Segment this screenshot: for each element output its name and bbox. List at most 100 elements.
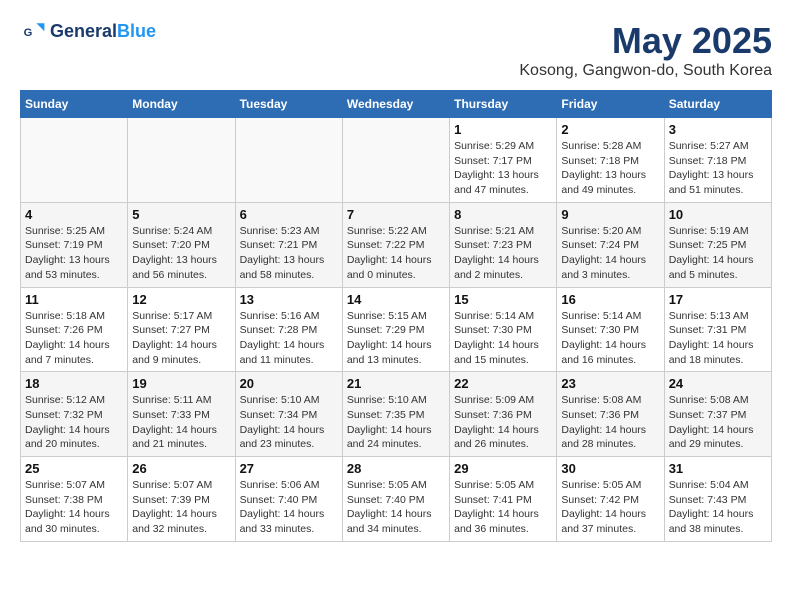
day-header-saturday: Saturday xyxy=(664,91,771,118)
day-number: 18 xyxy=(25,376,123,391)
day-detail: Sunrise: 5:08 AM Sunset: 7:37 PM Dayligh… xyxy=(669,393,767,452)
calendar-cell: 4Sunrise: 5:25 AM Sunset: 7:19 PM Daylig… xyxy=(21,202,128,287)
day-detail: Sunrise: 5:10 AM Sunset: 7:35 PM Dayligh… xyxy=(347,393,445,452)
calendar-cell xyxy=(342,118,449,203)
calendar-cell: 19 Sunrise: 5:11 AM Sunset: 7:33 PM Dayli… xyxy=(128,372,235,457)
page-header: G GeneralBlue May 2025 Kosong, Gangwon-d… xyxy=(20,20,772,80)
day-detail: Sunrise: 5:14 AM Sunset: 7:30 PM Dayligh… xyxy=(561,309,659,368)
day-header-wednesday: Wednesday xyxy=(342,91,449,118)
logo-icon: G xyxy=(22,20,46,44)
logo: G GeneralBlue xyxy=(20,20,156,44)
day-number: 31 xyxy=(669,461,767,476)
calendar-week-row: 25Sunrise: 5:07 AM Sunset: 7:38 PM Dayli… xyxy=(21,457,772,542)
calendar-cell: 25Sunrise: 5:07 AM Sunset: 7:38 PM Dayli… xyxy=(21,457,128,542)
day-detail: Sunrise: 5:05 AM Sunset: 7:41 PM Dayligh… xyxy=(454,478,552,537)
day-detail: Sunrise: 5:16 AM Sunset: 7:28 PM Dayligh… xyxy=(240,309,338,368)
day-number: 12 xyxy=(132,292,230,307)
day-detail: Sunrise: 5:09 AM Sunset: 7:36 PM Dayligh… xyxy=(454,393,552,452)
calendar-cell: 16 Sunrise: 5:14 AM Sunset: 7:30 PM Dayli… xyxy=(557,287,664,372)
day-number: 15 xyxy=(454,292,552,307)
day-detail: Sunrise: 5:23 AM Sunset: 7:21 PM Dayligh… xyxy=(240,224,338,283)
calendar-cell xyxy=(235,118,342,203)
calendar-cell: 27 Sunrise: 5:06 AM Sunset: 7:40 PM Dayli… xyxy=(235,457,342,542)
calendar-header-row: SundayMondayTuesdayWednesdayThursdayFrid… xyxy=(21,91,772,118)
day-detail: Sunrise: 5:05 AM Sunset: 7:42 PM Dayligh… xyxy=(561,478,659,537)
day-detail: Sunrise: 5:15 AM Sunset: 7:29 PM Dayligh… xyxy=(347,309,445,368)
day-number: 1 xyxy=(454,122,552,137)
calendar-cell: 8 Sunrise: 5:21 AM Sunset: 7:23 PM Daylig… xyxy=(450,202,557,287)
calendar-table: SundayMondayTuesdayWednesdayThursdayFrid… xyxy=(20,90,772,542)
day-detail: Sunrise: 5:17 AM Sunset: 7:27 PM Dayligh… xyxy=(132,309,230,368)
day-number: 28 xyxy=(347,461,445,476)
calendar-cell: 14 Sunrise: 5:15 AM Sunset: 7:29 PM Dayli… xyxy=(342,287,449,372)
day-detail: Sunrise: 5:18 AM Sunset: 7:26 PM Dayligh… xyxy=(25,309,123,368)
day-number: 17 xyxy=(669,292,767,307)
day-detail: Sunrise: 5:07 AM Sunset: 7:38 PM Dayligh… xyxy=(25,478,123,537)
calendar-cell: 5 Sunrise: 5:24 AM Sunset: 7:20 PM Daylig… xyxy=(128,202,235,287)
calendar-title: May 2025 xyxy=(519,20,772,62)
day-number: 21 xyxy=(347,376,445,391)
calendar-cell: 20Sunrise: 5:10 AM Sunset: 7:34 PM Dayli… xyxy=(235,372,342,457)
day-detail: Sunrise: 5:28 AM Sunset: 7:18 PM Dayligh… xyxy=(561,139,659,198)
day-number: 13 xyxy=(240,292,338,307)
calendar-cell: 11 Sunrise: 5:18 AM Sunset: 7:26 PM Dayli… xyxy=(21,287,128,372)
day-detail: Sunrise: 5:11 AM Sunset: 7:33 PM Dayligh… xyxy=(132,393,230,452)
calendar-cell: 31Sunrise: 5:04 AM Sunset: 7:43 PM Dayli… xyxy=(664,457,771,542)
day-number: 11 xyxy=(25,292,123,307)
day-detail: Sunrise: 5:07 AM Sunset: 7:39 PM Dayligh… xyxy=(132,478,230,537)
day-number: 7 xyxy=(347,207,445,222)
day-number: 6 xyxy=(240,207,338,222)
day-number: 23 xyxy=(561,376,659,391)
day-header-thursday: Thursday xyxy=(450,91,557,118)
day-detail: Sunrise: 5:10 AM Sunset: 7:34 PM Dayligh… xyxy=(240,393,338,452)
calendar-week-row: 4Sunrise: 5:25 AM Sunset: 7:19 PM Daylig… xyxy=(21,202,772,287)
calendar-cell: 12 Sunrise: 5:17 AM Sunset: 7:27 PM Dayli… xyxy=(128,287,235,372)
day-detail: Sunrise: 5:27 AM Sunset: 7:18 PM Dayligh… xyxy=(669,139,767,198)
calendar-cell: 17Sunrise: 5:13 AM Sunset: 7:31 PM Dayli… xyxy=(664,287,771,372)
calendar-cell xyxy=(128,118,235,203)
day-detail: Sunrise: 5:19 AM Sunset: 7:25 PM Dayligh… xyxy=(669,224,767,283)
day-number: 30 xyxy=(561,461,659,476)
calendar-cell: 6 Sunrise: 5:23 AM Sunset: 7:21 PM Daylig… xyxy=(235,202,342,287)
calendar-cell xyxy=(21,118,128,203)
day-number: 3 xyxy=(669,122,767,137)
calendar-cell: 18Sunrise: 5:12 AM Sunset: 7:32 PM Dayli… xyxy=(21,372,128,457)
day-header-sunday: Sunday xyxy=(21,91,128,118)
svg-text:G: G xyxy=(24,27,33,39)
calendar-cell: 9Sunrise: 5:20 AM Sunset: 7:24 PM Daylig… xyxy=(557,202,664,287)
calendar-cell: 7 Sunrise: 5:22 AM Sunset: 7:22 PM Daylig… xyxy=(342,202,449,287)
title-block: May 2025 Kosong, Gangwon-do, South Korea xyxy=(519,20,772,80)
calendar-cell: 1 Sunrise: 5:29 AM Sunset: 7:17 PM Daylig… xyxy=(450,118,557,203)
calendar-week-row: 11 Sunrise: 5:18 AM Sunset: 7:26 PM Dayli… xyxy=(21,287,772,372)
calendar-cell: 26 Sunrise: 5:07 AM Sunset: 7:39 PM Dayli… xyxy=(128,457,235,542)
calendar-cell: 29Sunrise: 5:05 AM Sunset: 7:41 PM Dayli… xyxy=(450,457,557,542)
calendar-cell: 15 Sunrise: 5:14 AM Sunset: 7:30 PM Dayli… xyxy=(450,287,557,372)
calendar-cell: 21 Sunrise: 5:10 AM Sunset: 7:35 PM Dayli… xyxy=(342,372,449,457)
calendar-subtitle: Kosong, Gangwon-do, South Korea xyxy=(519,62,772,80)
day-number: 14 xyxy=(347,292,445,307)
calendar-cell: 22Sunrise: 5:09 AM Sunset: 7:36 PM Dayli… xyxy=(450,372,557,457)
calendar-cell: 2 Sunrise: 5:28 AM Sunset: 7:18 PM Daylig… xyxy=(557,118,664,203)
day-header-monday: Monday xyxy=(128,91,235,118)
day-number: 26 xyxy=(132,461,230,476)
day-detail: Sunrise: 5:14 AM Sunset: 7:30 PM Dayligh… xyxy=(454,309,552,368)
day-number: 27 xyxy=(240,461,338,476)
calendar-cell: 13 Sunrise: 5:16 AM Sunset: 7:28 PM Dayli… xyxy=(235,287,342,372)
day-detail: Sunrise: 5:22 AM Sunset: 7:22 PM Dayligh… xyxy=(347,224,445,283)
day-detail: Sunrise: 5:06 AM Sunset: 7:40 PM Dayligh… xyxy=(240,478,338,537)
day-number: 8 xyxy=(454,207,552,222)
calendar-cell: 24 Sunrise: 5:08 AM Sunset: 7:37 PM Dayli… xyxy=(664,372,771,457)
day-number: 19 xyxy=(132,376,230,391)
day-header-friday: Friday xyxy=(557,91,664,118)
logo-text: GeneralBlue xyxy=(50,22,156,42)
day-number: 24 xyxy=(669,376,767,391)
day-number: 2 xyxy=(561,122,659,137)
day-detail: Sunrise: 5:29 AM Sunset: 7:17 PM Dayligh… xyxy=(454,139,552,198)
day-detail: Sunrise: 5:24 AM Sunset: 7:20 PM Dayligh… xyxy=(132,224,230,283)
day-number: 5 xyxy=(132,207,230,222)
day-detail: Sunrise: 5:08 AM Sunset: 7:36 PM Dayligh… xyxy=(561,393,659,452)
day-number: 16 xyxy=(561,292,659,307)
day-header-tuesday: Tuesday xyxy=(235,91,342,118)
day-detail: Sunrise: 5:21 AM Sunset: 7:23 PM Dayligh… xyxy=(454,224,552,283)
calendar-cell: 3 Sunrise: 5:27 AM Sunset: 7:18 PM Daylig… xyxy=(664,118,771,203)
